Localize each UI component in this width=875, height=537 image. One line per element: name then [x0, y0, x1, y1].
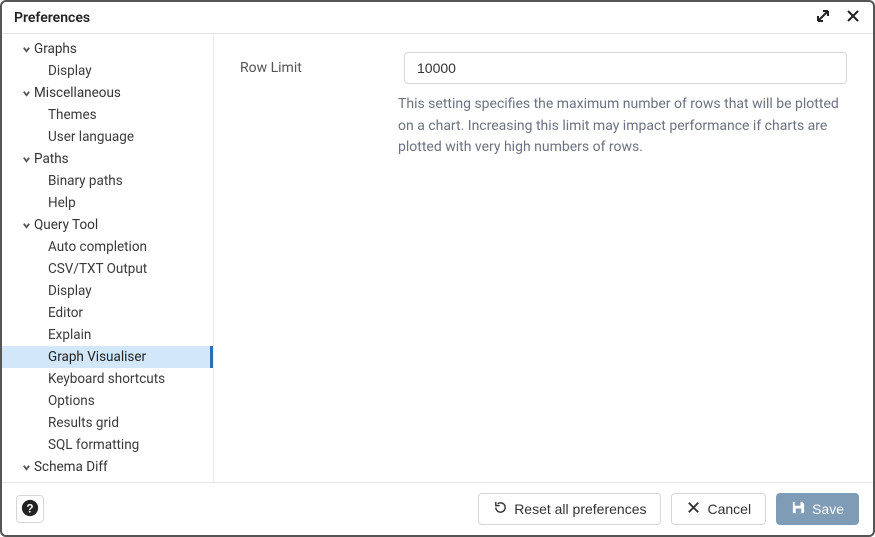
- cancel-button-label: Cancel: [707, 501, 751, 517]
- tree-item-csv-txt-output[interactable]: CSV/TXT Output: [2, 258, 213, 280]
- save-icon: [791, 500, 806, 518]
- tree-item-keyboard-shortcuts[interactable]: Keyboard shortcuts: [2, 368, 213, 390]
- titlebar: Preferences: [2, 2, 873, 34]
- titlebar-actions: [815, 8, 861, 28]
- sidebar[interactable]: Graphs Display Miscellaneous Themes User…: [2, 34, 214, 482]
- chevron-down-icon: [20, 221, 32, 230]
- tree-item-options[interactable]: Options: [2, 390, 213, 412]
- tree-group-query-tool[interactable]: Query Tool: [2, 214, 213, 236]
- tree-item-user-language[interactable]: User language: [2, 126, 213, 148]
- row-limit-help: This setting specifies the maximum numbe…: [398, 94, 847, 159]
- help-button[interactable]: ?: [16, 495, 44, 523]
- tree-item-explain[interactable]: Explain: [2, 324, 213, 346]
- tree-group-label: Paths: [34, 151, 69, 167]
- reset-button[interactable]: Reset all preferences: [478, 493, 661, 525]
- tree-group-label: Miscellaneous: [34, 85, 121, 101]
- tree-group-schema-diff[interactable]: Schema Diff: [2, 456, 213, 478]
- cancel-button[interactable]: Cancel: [671, 493, 766, 525]
- chevron-down-icon: [20, 155, 32, 164]
- tree-group-label: Graphs: [34, 41, 77, 57]
- main: Graphs Display Miscellaneous Themes User…: [2, 34, 873, 482]
- reset-icon: [493, 500, 508, 518]
- maximize-icon[interactable]: [815, 8, 831, 28]
- close-icon[interactable]: [845, 8, 861, 28]
- window-title: Preferences: [14, 10, 90, 26]
- content-pane: Row Limit This setting specifies the max…: [214, 34, 873, 482]
- tree-item-auto-completion[interactable]: Auto completion: [2, 236, 213, 258]
- tree-item-graph-visualiser[interactable]: Graph Visualiser: [2, 346, 213, 368]
- tree-group-graphs[interactable]: Graphs: [2, 38, 213, 60]
- row-limit-row: Row Limit: [240, 52, 847, 84]
- chevron-down-icon: [20, 45, 32, 54]
- reset-button-label: Reset all preferences: [514, 501, 646, 517]
- tree-item-graphs-display[interactable]: Display: [2, 60, 213, 82]
- tree-item-themes[interactable]: Themes: [2, 104, 213, 126]
- tree-item-editor[interactable]: Editor: [2, 302, 213, 324]
- chevron-down-icon: [20, 89, 32, 98]
- tree-group-label: Query Tool: [34, 217, 98, 233]
- row-limit-label: Row Limit: [240, 60, 396, 76]
- tree-group-miscellaneous[interactable]: Miscellaneous: [2, 82, 213, 104]
- tree-item-qt-display[interactable]: Display: [2, 280, 213, 302]
- preferences-tree: Graphs Display Miscellaneous Themes User…: [2, 34, 213, 482]
- footer: ? Reset all preferences Cancel Save: [2, 482, 873, 535]
- tree-item-binary-paths[interactable]: Binary paths: [2, 170, 213, 192]
- tree-item-results-grid[interactable]: Results grid: [2, 412, 213, 434]
- save-button[interactable]: Save: [776, 493, 859, 525]
- svg-text:?: ?: [26, 502, 33, 515]
- close-icon: [686, 500, 701, 518]
- tree-group-label: Schema Diff: [34, 459, 108, 475]
- tree-item-sql-formatting[interactable]: SQL formatting: [2, 434, 213, 456]
- help-icon: ?: [21, 499, 39, 520]
- row-limit-input[interactable]: [404, 52, 847, 84]
- save-button-label: Save: [812, 501, 844, 517]
- chevron-down-icon: [20, 463, 32, 472]
- tree-group-paths[interactable]: Paths: [2, 148, 213, 170]
- tree-item-help[interactable]: Help: [2, 192, 213, 214]
